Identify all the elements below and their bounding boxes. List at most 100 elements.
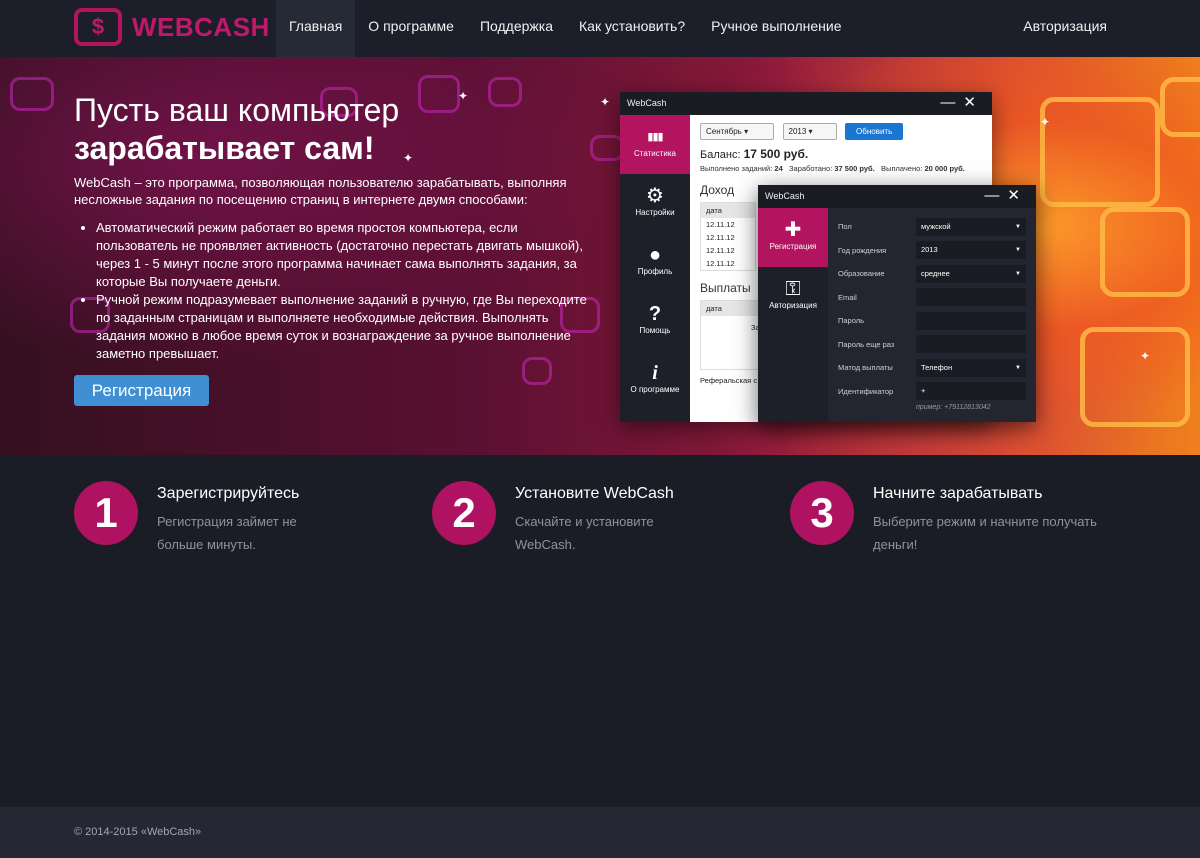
sparkle-icon: ✦: [458, 89, 469, 103]
bar-chart-icon: ▮▮▮: [647, 131, 663, 143]
income-table: дата 12.11.12 12.11.12 12.11.12 12.11.12: [700, 202, 756, 271]
balance-value: 17 500 руб.: [743, 147, 809, 161]
form-row-email: Email: [838, 286, 1026, 310]
sparkle-icon: ✦: [403, 151, 414, 165]
form-row-birth-year: Год рождения 2013 ▼: [838, 239, 1026, 263]
sidebar-item-about: i О программе: [620, 351, 690, 410]
sidebar-item-help: ? Помощь: [620, 292, 690, 351]
user-icon: ●: [648, 244, 662, 266]
nav-item-about[interactable]: О программе: [355, 0, 467, 57]
step-title: Установите WebCash: [515, 485, 674, 502]
info-icon: i: [652, 362, 658, 384]
identifier-hint: пример: +79112813042: [916, 404, 991, 411]
nav-item-install[interactable]: Как установить?: [566, 0, 698, 57]
main-nav: Главная О программе Поддержка Как устано…: [276, 0, 855, 57]
dollar-icon: $: [74, 8, 122, 46]
table-header: дата: [701, 203, 755, 218]
window-titlebar: WebCash —✕: [620, 92, 992, 115]
decor-square: [1100, 207, 1190, 297]
form-row-education: Образование среднее ▼: [838, 262, 1026, 286]
sidebar-item-label: Профиль: [637, 267, 673, 276]
help-icon: ?: [648, 303, 662, 325]
sidebar-item-label: Статистика: [633, 149, 676, 158]
step-number: 1: [74, 481, 138, 545]
window-controls: —✕: [940, 92, 984, 113]
form-row-gender: Пол мужской ▼: [838, 215, 1026, 239]
step-title: Начните зарабатывать: [873, 485, 1043, 502]
top-navbar: $ WEBCASH Главная О программе Поддержка …: [0, 0, 1200, 57]
window-controls: —✕: [984, 185, 1028, 206]
form-row-payout-method: Матод выплаты Телефон ▼: [838, 356, 1026, 380]
year-select: 2013 ▾: [782, 123, 837, 140]
step-text: Скачайте и установите WebCash.: [515, 514, 654, 552]
stats-line: Выполнено заданий: 24 Заработано: 37 500…: [700, 164, 965, 173]
balance-label: Баланс:: [700, 149, 741, 161]
table-row: 12.11.12: [706, 246, 735, 255]
form-row-password: Пароль: [838, 309, 1026, 333]
window-title: WebCash: [765, 191, 805, 201]
filter-row: Сентябрь ▾ 2013 ▾ Обновить: [700, 123, 982, 140]
step-text: Выберите режим и начните получать деньги…: [873, 514, 1097, 552]
hero-banner: ✦ ✦ ✦ ✦ ✦ Пусть ваш компьютер зарабатыва…: [0, 57, 1200, 455]
password-field: [916, 311, 1026, 330]
table-row: 12.11.12: [706, 259, 735, 268]
sparkle-icon: ✦: [600, 95, 611, 109]
identifier-field: +: [916, 382, 1026, 401]
step-text: Регистрация займет не больше минуты.: [157, 514, 297, 552]
sidebar-item-label: Авторизация: [769, 301, 817, 310]
close-icon: ✕: [1007, 187, 1028, 204]
gender-select: мужской ▼: [916, 217, 1026, 236]
step-number: 2: [432, 481, 496, 545]
password-repeat-field: [916, 335, 1026, 354]
copyright: © 2014-2015 «WebCash»: [74, 826, 202, 838]
sidebar-item-label: Регистрация: [769, 242, 817, 251]
nav-item-support[interactable]: Поддержка: [467, 0, 566, 57]
hero-title-line1: Пусть ваш компьютер: [74, 92, 400, 128]
nav-item-manual[interactable]: Ручное выполнение: [698, 0, 854, 57]
refresh-button: Обновить: [845, 123, 904, 140]
footer: © 2014-2015 «WebCash»: [0, 807, 1200, 858]
sidebar-item-authorization: ⚿ Авторизация: [758, 267, 828, 326]
minimize-icon: —: [984, 187, 1008, 204]
decor-square: [590, 135, 624, 161]
decor-square: [488, 77, 522, 107]
decor-square: [1160, 77, 1200, 137]
feature-list: Автоматический режим работает во время п…: [96, 219, 596, 363]
step-title: Зарегистрируйтесь: [157, 485, 300, 502]
minimize-icon: —: [940, 94, 964, 111]
chevron-down-icon: ▼: [1015, 247, 1021, 254]
sparkle-icon: ✦: [1040, 115, 1051, 129]
window-title: WebCash: [627, 98, 667, 108]
hero-description: WebCash – это программа, позволяющая пол…: [74, 175, 567, 207]
nav-item-home[interactable]: Главная: [276, 0, 356, 57]
chevron-down-icon: ▼: [1015, 270, 1021, 277]
table-row: 12.11.12: [706, 233, 735, 242]
table-row: 12.11.12: [706, 220, 735, 229]
sidebar-item-registration: ✚ Регистрация: [758, 208, 828, 267]
gear-icon: ⚙: [646, 185, 664, 207]
close-icon: ✕: [963, 94, 984, 111]
email-field: [916, 288, 1026, 307]
window-titlebar: WebCash —✕: [758, 185, 1036, 208]
decor-square: [418, 75, 460, 113]
logo[interactable]: $ WEBCASH: [74, 8, 270, 46]
sidebar-item-statistics: ▮▮▮ Статистика: [620, 115, 690, 174]
list-item: Ручной режим подразумевает выполнение за…: [96, 291, 596, 363]
add-user-icon: ✚: [784, 219, 802, 241]
month-select: Сентябрь ▾: [700, 123, 774, 140]
step-number: 3: [790, 481, 854, 545]
sidebar-item-label: О программе: [630, 385, 680, 394]
decor-square: [1040, 97, 1160, 207]
balance: Баланс: 17 500 руб.: [700, 147, 982, 161]
form-row-password-repeat: Пароль еще раз: [838, 333, 1026, 357]
sidebar-item-label: Помощь: [639, 326, 671, 335]
hero-title: Пусть ваш компьютер зарабатывает сам!: [74, 91, 399, 167]
payout-method-select: Телефон ▼: [916, 358, 1026, 377]
login-link[interactable]: Авторизация: [1023, 0, 1107, 57]
app-sidebar: ✚ Регистрация ⚿ Авторизация: [758, 208, 828, 422]
hero-title-line2: зарабатывает сам!: [74, 130, 375, 166]
register-button[interactable]: Регистрация: [74, 375, 209, 406]
app-sidebar: ▮▮▮ Статистика ⚙ Настройки ● Профиль ? П…: [620, 115, 690, 422]
sidebar-item-settings: ⚙ Настройки: [620, 174, 690, 233]
sparkle-icon: ✦: [1140, 349, 1151, 363]
